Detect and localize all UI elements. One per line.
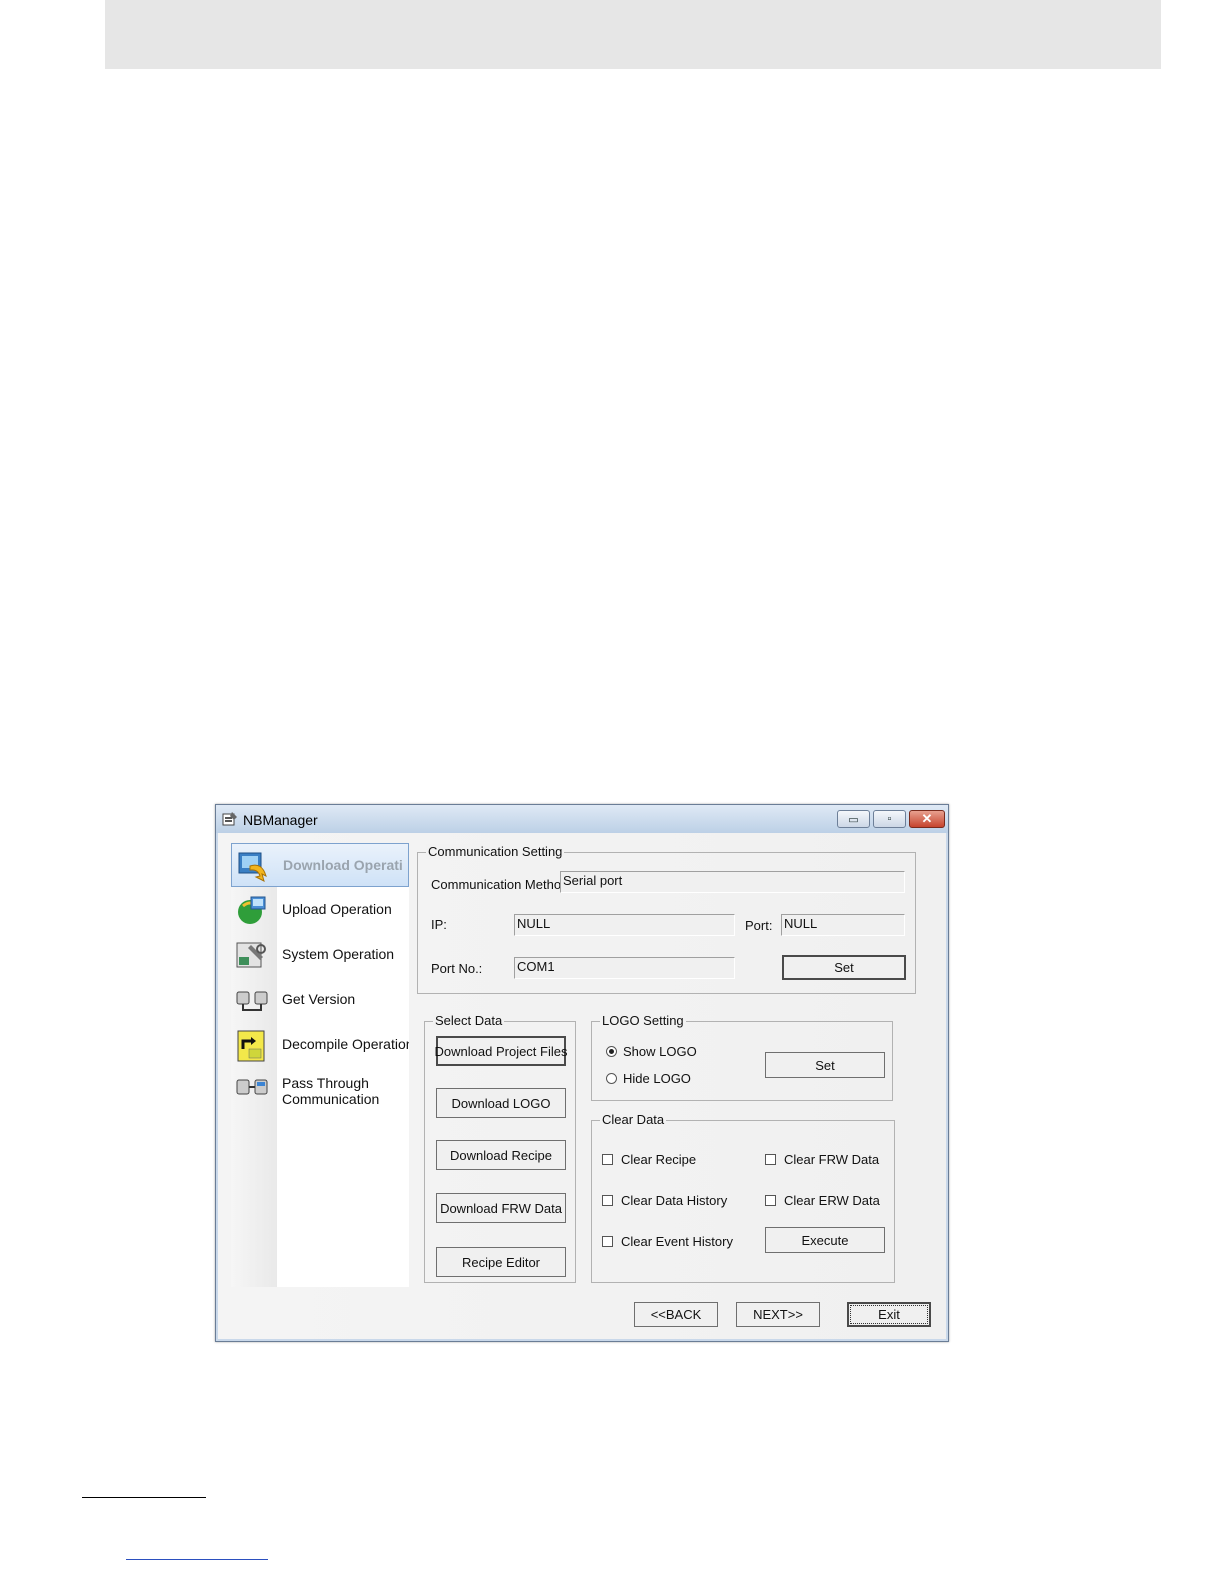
sidebar-item-system-operation[interactable]: System Operation [231, 933, 409, 977]
get-version-icon [236, 991, 268, 1011]
group-title: Communication Setting [426, 844, 565, 859]
clear-event-history-checkbox[interactable]: Clear Event History [602, 1232, 733, 1250]
clear-frw-data-label: Clear FRW Data [784, 1151, 880, 1167]
clear-data-group: Clear Data Clear Recipe Clear FRW Data C… [591, 1112, 895, 1283]
sidebar-item-label: Get Version [282, 991, 356, 1007]
upload-operation-icon [238, 896, 266, 924]
clear-erw-data-label: Clear ERW Data [784, 1192, 880, 1208]
clear-event-history-label: Clear Event History [621, 1233, 733, 1249]
restore-button[interactable]: ▫ [873, 810, 906, 828]
sidebar-item-label: Download Operati [283, 857, 403, 873]
group-title: LOGO Setting [600, 1013, 686, 1028]
ip-label: IP: [431, 917, 447, 932]
port-no-label: Port No.: [431, 961, 483, 976]
back-button[interactable]: <<BACK [634, 1302, 718, 1327]
radio-selected-indicator [606, 1045, 617, 1057]
group-title: Select Data [433, 1013, 505, 1028]
download-project-files-button[interactable]: Download Project Files [435, 1036, 567, 1066]
sidebar-item-upload-operation[interactable]: Upload Operation [231, 888, 409, 932]
communication-set-button[interactable]: Set [782, 955, 906, 980]
checkbox-square [765, 1153, 776, 1165]
window-title: NBManager [243, 812, 318, 828]
close-icon: ✕ [921, 811, 933, 826]
footer-link-rule [126, 1559, 268, 1560]
communication-setting-group: Communication Setting Communication Meth… [417, 844, 916, 994]
download-operation-icon [238, 852, 267, 882]
group-title: Clear Data [600, 1112, 667, 1127]
ip-field[interactable]: NULL [514, 914, 735, 936]
sidebar: Download Operati Upload Operation System… [231, 843, 409, 1287]
minimize-icon: ▭ [848, 813, 859, 826]
clear-data-history-checkbox[interactable]: Clear Data History [602, 1191, 727, 1209]
select-data-group: Select Data Download Project Files Downl… [424, 1013, 576, 1283]
download-frw-data-button[interactable]: Download FRW Data [436, 1193, 566, 1223]
page-header-band [105, 0, 1161, 69]
clear-recipe-checkbox[interactable]: Clear Recipe [602, 1150, 696, 1168]
logo-set-button[interactable]: Set [765, 1052, 885, 1078]
hide-logo-radio[interactable]: Hide LOGO [606, 1069, 691, 1087]
sidebar-item-label: Decompile Operation [282, 1036, 409, 1052]
sidebar-item-label: System Operation [282, 946, 395, 962]
checkbox-square [765, 1194, 776, 1206]
close-button[interactable]: ✕ [909, 810, 945, 828]
sidebar-item-pass-through-communication[interactable]: Pass Through Communication [231, 1068, 409, 1122]
window-client-area: Download Operati Upload Operation System… [218, 833, 946, 1339]
title-bar[interactable]: NBManager ▭ ▫ ✕ [216, 805, 948, 833]
restore-icon: ▫ [887, 813, 892, 825]
checkbox-square [602, 1235, 613, 1247]
checkbox-square [602, 1194, 613, 1206]
minimize-button[interactable]: ▭ [837, 810, 870, 828]
logo-setting-group: LOGO Setting Show LOGO Hide LOGO Set [591, 1013, 893, 1101]
communication-method-label: Communication Method: [431, 877, 572, 892]
port-no-field[interactable]: COM1 [514, 957, 735, 979]
system-operation-icon [236, 942, 266, 968]
clear-recipe-label: Clear Recipe [621, 1151, 697, 1167]
sidebar-item-download-operation[interactable]: Download Operati [231, 843, 409, 887]
sidebar-item-label-line2: Communication [282, 1091, 380, 1107]
pass-through-communication-icon [236, 1079, 268, 1095]
sidebar-item-label: Pass Through [282, 1075, 369, 1091]
download-recipe-button[interactable]: Download Recipe [436, 1140, 566, 1170]
footer-rule [82, 1497, 206, 1498]
sidebar-item-get-version[interactable]: Get Version [231, 978, 409, 1022]
exit-button[interactable]: Exit [847, 1302, 931, 1327]
radio-unselected-indicator [606, 1072, 617, 1084]
clear-data-history-label: Clear Data History [621, 1192, 728, 1208]
decompile-operation-icon [237, 1030, 265, 1062]
sidebar-item-decompile-operation[interactable]: Decompile Operation [231, 1023, 409, 1067]
execute-button[interactable]: Execute [765, 1227, 885, 1253]
recipe-editor-button[interactable]: Recipe Editor [436, 1247, 566, 1277]
sidebar-item-label: Upload Operation [282, 901, 392, 917]
communication-method-field[interactable]: Serial port [560, 871, 905, 893]
port-label: Port: [745, 918, 773, 933]
show-logo-label: Show LOGO [623, 1043, 697, 1059]
clear-frw-data-checkbox[interactable]: Clear FRW Data [765, 1150, 879, 1168]
app-icon [222, 812, 237, 826]
next-button[interactable]: NEXT>> [736, 1302, 820, 1327]
clear-erw-data-checkbox[interactable]: Clear ERW Data [765, 1191, 880, 1209]
hide-logo-label: Hide LOGO [623, 1070, 691, 1086]
show-logo-radio[interactable]: Show LOGO [606, 1042, 697, 1060]
port-field[interactable]: NULL [781, 914, 905, 936]
nbmanager-window: NBManager ▭ ▫ ✕ Download Operati Upload … [215, 804, 949, 1342]
checkbox-square [602, 1153, 613, 1165]
download-logo-button[interactable]: Download LOGO [436, 1088, 566, 1118]
